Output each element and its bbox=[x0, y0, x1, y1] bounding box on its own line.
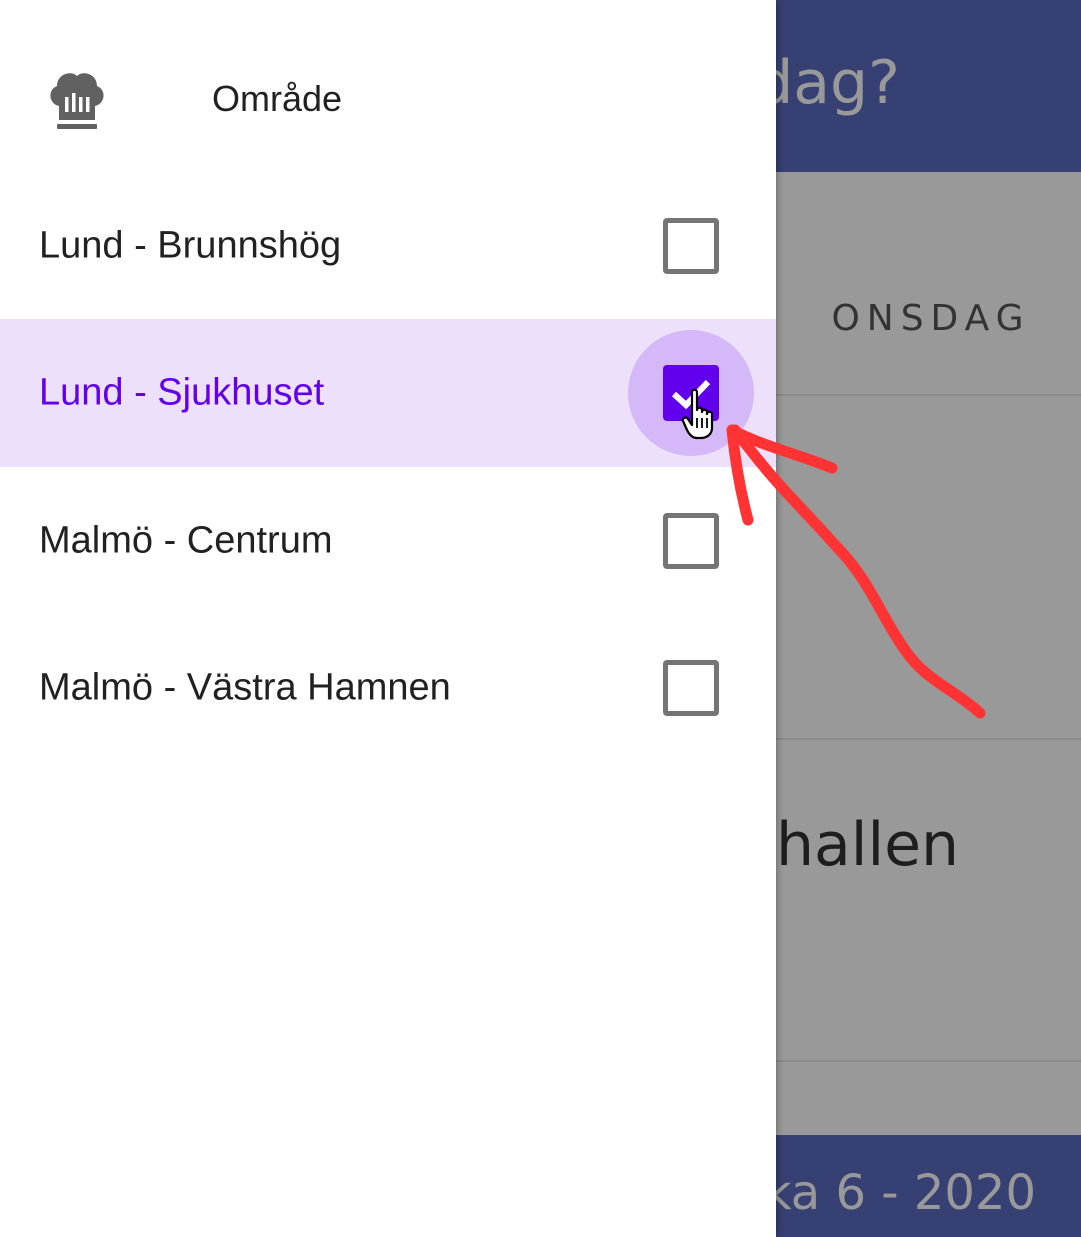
area-label: Lund - Brunnshög bbox=[39, 224, 342, 267]
area-checkbox[interactable] bbox=[663, 218, 719, 274]
area-checkbox[interactable] bbox=[663, 513, 719, 569]
hand-cursor-icon bbox=[681, 388, 714, 440]
drawer-title: Område bbox=[212, 78, 343, 119]
area-item-lund-brunnshog[interactable]: Lund - Brunnshög bbox=[0, 172, 776, 320]
area-label: Malmö - Centrum bbox=[39, 519, 333, 562]
area-checkbox[interactable] bbox=[663, 660, 719, 716]
area-label: Malmö - Västra Hamnen bbox=[39, 666, 451, 709]
area-item-malmo-vastra-hamnen[interactable]: Malmö - Västra Hamnen bbox=[0, 614, 776, 762]
chef-hat-icon bbox=[50, 73, 104, 129]
drawer-header: Område bbox=[0, 0, 776, 172]
area-label: Lund - Sjukhuset bbox=[39, 371, 325, 414]
area-drawer: Område Lund - Brunnshög Lund - Sjukhuset… bbox=[0, 0, 776, 1237]
area-item-malmo-centrum[interactable]: Malmö - Centrum bbox=[0, 467, 776, 615]
